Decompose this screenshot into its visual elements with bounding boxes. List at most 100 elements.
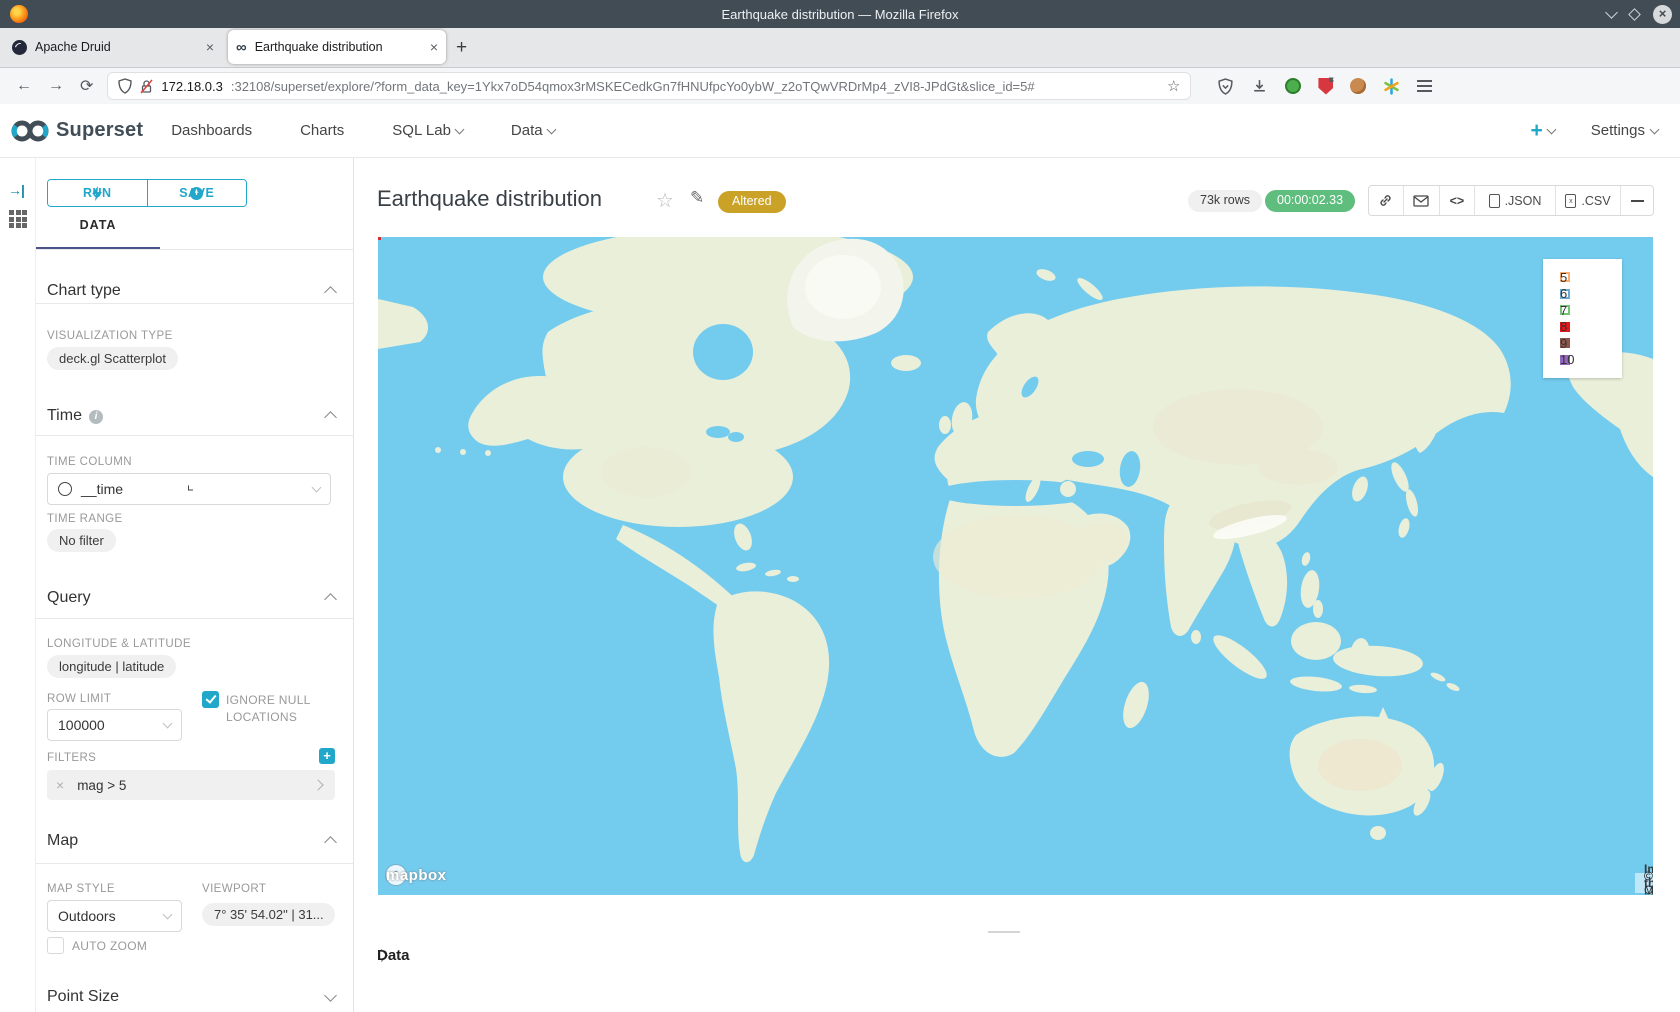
filter-chip[interactable]: × mag > 5 bbox=[47, 770, 335, 800]
section-time[interactable]: Timei bbox=[47, 407, 103, 425]
row-count-badge: 73k rows bbox=[1188, 190, 1262, 212]
ignore-null-checkbox[interactable] bbox=[202, 691, 219, 708]
deckgl-map[interactable]: 5678910 mapbox © Mapbox © OpenStreetMap … bbox=[378, 237, 1653, 895]
legend-entry[interactable]: 6 bbox=[1560, 286, 1622, 303]
lonlat-label: LONGITUDE & LATITUDE bbox=[47, 638, 191, 650]
expand-panel-icon[interactable]: →| bbox=[8, 182, 24, 198]
cookie-extension-icon[interactable] bbox=[1350, 78, 1366, 94]
chevron-down-icon[interactable] bbox=[324, 989, 337, 1002]
window-minimize-icon[interactable] bbox=[1605, 6, 1618, 19]
tab-close-icon[interactable]: × bbox=[430, 39, 438, 55]
viz-type-value[interactable]: deck.gl Scatterplot bbox=[47, 347, 178, 370]
menu-icon[interactable] bbox=[1417, 77, 1432, 95]
datasource-grid-icon[interactable] bbox=[9, 210, 27, 228]
legend-entry[interactable]: 10 bbox=[1560, 352, 1622, 369]
section-chart-type[interactable]: Chart type bbox=[47, 282, 121, 300]
mapbox-logo[interactable]: mapbox bbox=[386, 865, 406, 885]
chevron-up-icon[interactable] bbox=[324, 593, 337, 606]
chevron-down-icon bbox=[1650, 124, 1660, 134]
auto-zoom-checkbox[interactable] bbox=[47, 937, 64, 954]
settings-menu[interactable]: Settings bbox=[1591, 122, 1658, 139]
time-column-select[interactable]: __time bbox=[47, 473, 331, 505]
bookmark-star-icon[interactable]: ☆ bbox=[1167, 77, 1180, 95]
chevron-right-icon bbox=[312, 779, 323, 790]
brand-name: Superset bbox=[56, 119, 143, 142]
tab-earthquake-distribution[interactable]: ∞ Earthquake distribution × bbox=[228, 30, 446, 64]
chevron-up-icon[interactable] bbox=[324, 411, 337, 424]
legend-entry[interactable]: 9 bbox=[1560, 335, 1622, 352]
legend-entry[interactable]: 8 bbox=[1560, 319, 1622, 336]
improve-map-link[interactable]: Improve this map bbox=[1644, 862, 1653, 895]
tab-data[interactable]: DATA bbox=[36, 218, 160, 232]
legend-entry[interactable]: 7 bbox=[1560, 302, 1622, 319]
viewport-value[interactable]: 7° 35' 54.02" | 31... bbox=[202, 903, 335, 926]
legend-entry[interactable]: 5 bbox=[1560, 269, 1622, 286]
window-maximize-icon[interactable] bbox=[1628, 8, 1641, 21]
download-icon[interactable] bbox=[1251, 78, 1268, 95]
nav-charts[interactable]: Charts bbox=[300, 122, 344, 139]
control-panel: RUN + SAVE DATA Chart type VISUALIZATION… bbox=[36, 158, 354, 1012]
colorful-extension-icon[interactable] bbox=[1383, 78, 1400, 95]
clock-icon bbox=[58, 482, 72, 496]
nav-data[interactable]: Data bbox=[511, 122, 555, 139]
remove-filter-icon[interactable]: × bbox=[56, 777, 64, 793]
chevron-down-icon bbox=[454, 124, 464, 134]
row-limit-select[interactable]: 100000 bbox=[47, 709, 182, 741]
file-x-icon: x bbox=[1565, 194, 1576, 208]
legend-label: 8 bbox=[1560, 319, 1567, 334]
nav-dashboards[interactable]: Dashboards bbox=[171, 122, 252, 139]
data-point bbox=[378, 237, 381, 240]
forward-button[interactable]: → bbox=[48, 77, 64, 95]
insecure-lock-icon[interactable] bbox=[140, 79, 153, 94]
browser-tabbar: Apache Druid × ∞ Earthquake distribution… bbox=[0, 28, 1680, 68]
time-range-value[interactable]: No filter bbox=[47, 529, 116, 552]
new-item-button[interactable]: + bbox=[1531, 119, 1555, 143]
back-button[interactable]: ← bbox=[16, 77, 32, 95]
tab-apache-druid[interactable]: Apache Druid × bbox=[4, 30, 222, 64]
section-query[interactable]: Query bbox=[47, 589, 91, 607]
superset-infinity-icon bbox=[10, 118, 50, 144]
pocket-shield-icon[interactable] bbox=[1217, 78, 1234, 95]
window-close-icon[interactable]: × bbox=[1653, 5, 1672, 24]
auto-zoom-label: AUTO ZOOM bbox=[72, 938, 147, 955]
browser-toolbar: ← → ⟳ 172.18.0.3 :32108/superset/explore… bbox=[0, 68, 1680, 104]
export-csv-button[interactable]: x .CSV bbox=[1555, 186, 1621, 215]
tab-close-icon[interactable]: × bbox=[206, 39, 214, 55]
save-button[interactable]: + SAVE bbox=[147, 180, 247, 206]
lonlat-value[interactable]: longitude | latitude bbox=[47, 655, 176, 678]
reload-button[interactable]: ⟳ bbox=[80, 76, 93, 96]
edit-pencil-icon[interactable]: ✎ bbox=[690, 188, 704, 208]
superset-navbar: Superset Dashboards Charts SQL Lab Data … bbox=[0, 104, 1680, 158]
new-tab-button[interactable]: + bbox=[456, 37, 467, 59]
run-button[interactable]: RUN bbox=[48, 180, 147, 206]
nav-sql-lab[interactable]: SQL Lab bbox=[392, 122, 463, 139]
embed-code-button[interactable]: <> bbox=[1439, 186, 1475, 215]
divider bbox=[36, 863, 354, 864]
favorite-star-icon[interactable]: ☆ bbox=[656, 188, 674, 213]
section-map[interactable]: Map bbox=[47, 832, 78, 850]
altered-badge[interactable]: Altered bbox=[718, 191, 786, 213]
url-bar[interactable]: 172.18.0.3 :32108/superset/explore/?form… bbox=[107, 72, 1191, 100]
screen: Earthquake distribution — Mozilla Firefo… bbox=[0, 0, 1680, 1012]
chevron-up-icon[interactable] bbox=[324, 286, 337, 299]
superset-logo[interactable]: Superset bbox=[10, 118, 143, 144]
firefox-icon bbox=[10, 5, 28, 23]
ignore-null-label: IGNORE NULL LOCATIONS bbox=[226, 692, 334, 726]
map-style-label: MAP STYLE bbox=[47, 883, 115, 895]
export-json-button[interactable]: .JSON bbox=[1474, 186, 1554, 215]
chevron-down-icon bbox=[1546, 124, 1556, 134]
extension-icon[interactable] bbox=[1285, 78, 1301, 94]
chevron-up-icon[interactable] bbox=[324, 836, 337, 849]
adblock-icon[interactable]: 2 bbox=[1318, 78, 1333, 95]
add-filter-button[interactable]: + bbox=[319, 748, 335, 764]
chart-menu-button[interactable] bbox=[1620, 186, 1653, 215]
collapse-strip: →| bbox=[0, 158, 36, 1012]
email-button[interactable] bbox=[1403, 186, 1439, 215]
run-save-group: RUN + SAVE bbox=[47, 179, 247, 207]
map-style-select[interactable]: Outdoors bbox=[47, 900, 182, 932]
shield-icon[interactable] bbox=[118, 78, 132, 94]
divider bbox=[36, 435, 354, 436]
section-point-size[interactable]: Point Size bbox=[47, 988, 119, 1006]
copy-link-button[interactable] bbox=[1369, 186, 1403, 215]
window-title: Earthquake distribution — Mozilla Firefo… bbox=[0, 7, 1680, 22]
